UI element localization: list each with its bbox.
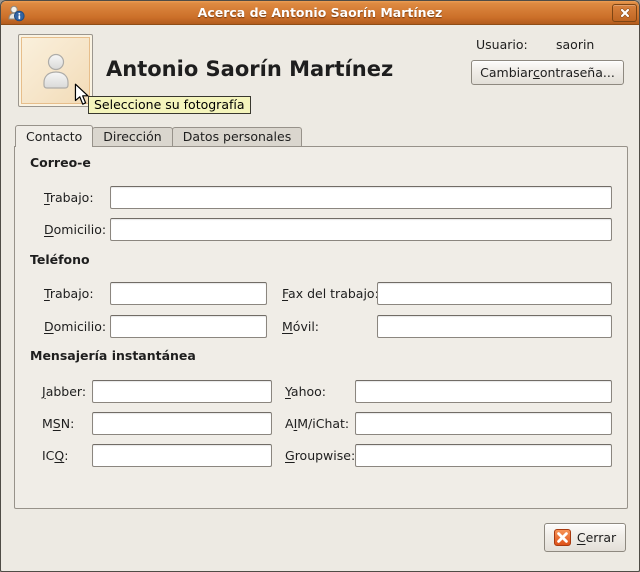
im-section-title: Mensajería instantánea xyxy=(30,348,196,363)
close-icon xyxy=(620,8,630,18)
tab-datos-personales[interactable]: Datos personales xyxy=(172,127,303,146)
im-jabber-input[interactable] xyxy=(92,380,272,403)
close-x-icon xyxy=(554,529,571,546)
im-msn-label: MSN: xyxy=(42,412,74,435)
phone-home-label: Domicilio: xyxy=(44,315,106,338)
window-title: Acerca de Antonio Saorín Martínez xyxy=(1,1,639,25)
phone-mobile-input[interactable] xyxy=(377,315,612,338)
tab-direccion[interactable]: Dirección xyxy=(92,127,172,146)
im-aim-ichat-label: AIM/iChat: xyxy=(285,412,349,435)
im-yahoo-input[interactable] xyxy=(355,380,612,403)
titlebar[interactable]: Acerca de Antonio Saorín Martínez xyxy=(1,1,639,25)
im-icq-input[interactable] xyxy=(92,444,272,467)
im-icq-label: ICQ: xyxy=(42,444,68,467)
im-jabber-label: Jabber: xyxy=(42,380,86,403)
username-label: Usuario: xyxy=(476,37,528,52)
email-work-input[interactable] xyxy=(110,186,612,209)
phone-work-fax-input[interactable] xyxy=(377,282,612,305)
email-home-input[interactable] xyxy=(110,218,612,241)
email-section-title: Correo-e xyxy=(30,155,91,170)
im-groupwise-label: Groupwise: xyxy=(285,444,355,467)
close-dialog-label: Cerrar xyxy=(577,530,616,545)
person-icon xyxy=(38,52,74,90)
close-dialog-button[interactable]: Cerrar xyxy=(544,523,626,552)
window-close-button[interactable] xyxy=(612,4,637,22)
phone-home-input[interactable] xyxy=(110,315,267,338)
phone-section-title: Teléfono xyxy=(30,252,90,267)
username-value: saorin xyxy=(556,37,594,52)
phone-work-input[interactable] xyxy=(110,282,267,305)
phone-work-label: Trabajo: xyxy=(44,282,94,305)
im-groupwise-input[interactable] xyxy=(355,444,612,467)
im-yahoo-label: Yahoo: xyxy=(285,380,326,403)
tab-contacto[interactable]: Contacto xyxy=(15,125,93,147)
phone-work-fax-label: Fax del trabajo: xyxy=(282,282,379,305)
user-name-heading: Antonio Saorín Martínez xyxy=(106,57,393,81)
email-home-label: Domicilio: xyxy=(44,218,106,241)
mouse-cursor-icon xyxy=(74,83,89,106)
phone-mobile-label: Móvil: xyxy=(282,315,319,338)
about-me-dialog: Acerca de Antonio Saorín Martínez Antoni… xyxy=(0,0,640,572)
tab-bar: Contacto Dirección Datos personales xyxy=(15,125,302,147)
photo-tooltip: Seleccione su fotografía xyxy=(88,96,251,114)
contacto-tab-panel: Correo-e Trabajo: Domicilio: Teléfono Tr… xyxy=(14,146,628,509)
im-aim-ichat-input[interactable] xyxy=(355,412,612,435)
im-msn-input[interactable] xyxy=(92,412,272,435)
email-work-label: Trabajo: xyxy=(44,186,94,209)
change-password-button[interactable]: Cambiar contraseña... xyxy=(471,60,624,85)
